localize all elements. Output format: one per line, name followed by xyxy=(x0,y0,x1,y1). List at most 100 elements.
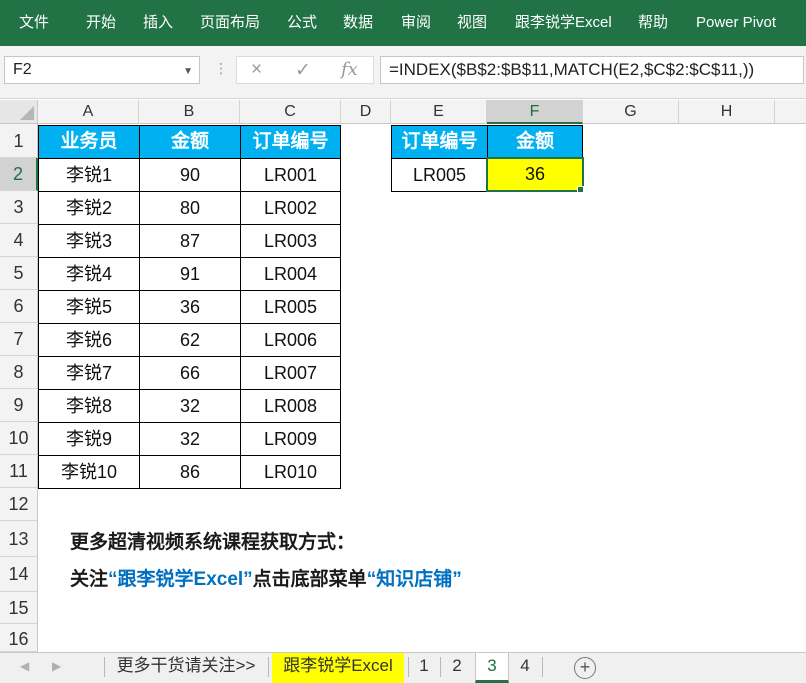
table-cell[interactable]: 李锐4 xyxy=(38,257,140,291)
row-header-15[interactable]: 15 xyxy=(0,592,38,624)
table-cell[interactable]: 66 xyxy=(139,356,241,390)
select-all-button[interactable] xyxy=(0,100,38,124)
ribbon-tab-power-pivot[interactable]: Power Pivot xyxy=(696,0,776,46)
table-cell[interactable]: 李锐9 xyxy=(38,422,140,456)
ribbon-tab-page-layout[interactable]: 页面布局 xyxy=(200,0,260,46)
row-header-13[interactable]: 13 xyxy=(0,521,38,557)
row-header-4[interactable]: 4 xyxy=(0,224,38,257)
table-cell[interactable]: LR009 xyxy=(240,422,341,456)
table-cell[interactable]: 李锐6 xyxy=(38,323,140,357)
scroll-right-icon[interactable]: ▶ xyxy=(52,659,61,673)
col-header-c[interactable]: C xyxy=(240,100,341,124)
col-header-overflow xyxy=(775,100,806,124)
table-cell[interactable]: LR004 xyxy=(240,257,341,291)
row-header-2[interactable]: 2 xyxy=(0,158,38,191)
cancel-icon[interactable]: × xyxy=(251,59,262,81)
table-cell[interactable]: LR006 xyxy=(240,323,341,357)
row-header-9[interactable]: 9 xyxy=(0,389,38,422)
table-header-order-id[interactable]: 订单编号 xyxy=(240,125,341,159)
table-cell[interactable]: LR002 xyxy=(240,191,341,225)
note-highlight: “跟李锐学Excel” xyxy=(108,569,253,590)
lookup-header-amount[interactable]: 金额 xyxy=(487,125,583,159)
lookup-order-id-cell[interactable]: LR005 xyxy=(391,158,488,192)
row-header-3[interactable]: 3 xyxy=(0,191,38,224)
col-header-a[interactable]: A xyxy=(38,100,139,124)
col-header-e[interactable]: E xyxy=(391,100,487,124)
table-cell[interactable]: 李锐5 xyxy=(38,290,140,324)
row-header-14[interactable]: 14 xyxy=(0,557,38,592)
add-sheet-icon[interactable]: + xyxy=(574,657,596,679)
col-header-g[interactable]: G xyxy=(583,100,679,124)
check-icon[interactable]: ✓ xyxy=(295,59,311,82)
row-header-12[interactable]: 12 xyxy=(0,488,38,521)
fill-handle[interactable] xyxy=(577,186,584,193)
sheet-tab-4[interactable]: 4 xyxy=(511,653,539,683)
table-cell[interactable]: LR007 xyxy=(240,356,341,390)
col-header-f[interactable]: F xyxy=(487,100,583,124)
ribbon-tab-view[interactable]: 视图 xyxy=(457,0,487,46)
table-cell[interactable]: LR003 xyxy=(240,224,341,258)
table-cell[interactable]: 80 xyxy=(139,191,241,225)
formula-text: =INDEX($B$2:$B$11,MATCH(E2,$C$2:$C$11,)) xyxy=(389,60,755,79)
tab-divider xyxy=(542,657,543,677)
table-cell[interactable]: 62 xyxy=(139,323,241,357)
lookup-result-cell[interactable]: 36 xyxy=(486,157,584,192)
table-cell[interactable]: LR001 xyxy=(240,158,341,192)
col-header-b[interactable]: B xyxy=(139,100,240,124)
row-header-7[interactable]: 7 xyxy=(0,323,38,356)
table-cell[interactable]: 36 xyxy=(139,290,241,324)
sheet-tab-2[interactable]: 2 xyxy=(443,653,471,683)
drag-handle-icon[interactable]: ⋮ xyxy=(214,60,228,77)
row-header-1[interactable]: 1 xyxy=(0,124,38,158)
ribbon-tab-data[interactable]: 数据 xyxy=(343,0,373,46)
formula-input[interactable]: =INDEX($B$2:$B$11,MATCH(E2,$C$2:$C$11,)) xyxy=(380,56,804,84)
table-cell[interactable]: 李锐7 xyxy=(38,356,140,390)
ribbon-tab-help[interactable]: 帮助 xyxy=(638,0,668,46)
row-header-5[interactable]: 5 xyxy=(0,257,38,290)
ribbon-tab-home[interactable]: 开始 xyxy=(86,0,116,46)
formula-buttons: × ✓ fx xyxy=(236,56,374,84)
col-header-h[interactable]: H xyxy=(679,100,775,124)
note-line-1: 更多超清视频系统课程获取方式： xyxy=(70,532,356,553)
sheet-tab-more[interactable]: 更多干货请关注>> xyxy=(108,653,264,683)
table-cell[interactable]: 李锐8 xyxy=(38,389,140,423)
row-header-6[interactable]: 6 xyxy=(0,290,38,323)
table-cell[interactable]: 32 xyxy=(139,389,241,423)
row-header-16[interactable]: 16 xyxy=(0,624,38,652)
function-icon[interactable]: fx xyxy=(341,59,358,80)
ribbon-tab-formulas[interactable]: 公式 xyxy=(287,0,317,46)
table-header-salesperson[interactable]: 业务员 xyxy=(38,125,140,159)
table-cell[interactable]: 87 xyxy=(139,224,241,258)
scroll-left-icon[interactable]: ◀ xyxy=(20,659,29,673)
table-cell[interactable]: LR010 xyxy=(240,455,341,489)
table-cell[interactable]: 32 xyxy=(139,422,241,456)
table-cell[interactable]: 李锐1 xyxy=(38,158,140,192)
table-cell[interactable]: LR008 xyxy=(240,389,341,423)
table-cell[interactable]: 李锐10 xyxy=(38,455,140,489)
chevron-down-icon[interactable]: ▼ xyxy=(183,66,193,77)
table-cell[interactable]: 李锐3 xyxy=(38,224,140,258)
tab-divider xyxy=(440,657,441,677)
row-header-8[interactable]: 8 xyxy=(0,356,38,389)
ribbon-tab-insert[interactable]: 插入 xyxy=(143,0,173,46)
select-all-icon xyxy=(20,106,34,120)
sheet-tab-1[interactable]: 1 xyxy=(410,653,438,683)
table-cell[interactable]: 李锐2 xyxy=(38,191,140,225)
tab-divider xyxy=(104,657,105,677)
row-header-11[interactable]: 11 xyxy=(0,455,38,488)
table-cell[interactable]: 90 xyxy=(139,158,241,192)
col-header-d[interactable]: D xyxy=(341,100,391,124)
table-header-amount[interactable]: 金额 xyxy=(139,125,241,159)
ribbon-tab-file[interactable]: 文件 xyxy=(19,0,49,46)
lookup-header-order-id[interactable]: 订单编号 xyxy=(391,125,488,159)
ribbon-tab-custom[interactable]: 跟李锐学Excel xyxy=(515,0,612,46)
name-box[interactable]: F2 ▼ xyxy=(4,56,200,84)
row-header-10[interactable]: 10 xyxy=(0,422,38,455)
sheet-tab-3[interactable]: 3 xyxy=(475,653,509,683)
table-cell[interactable]: 86 xyxy=(139,455,241,489)
note-text: 点击底部菜单 xyxy=(252,569,367,590)
table-cell[interactable]: LR005 xyxy=(240,290,341,324)
table-cell[interactable]: 91 xyxy=(139,257,241,291)
ribbon-tab-review[interactable]: 审阅 xyxy=(401,0,431,46)
sheet-tab-custom[interactable]: 跟李锐学Excel xyxy=(272,653,404,683)
